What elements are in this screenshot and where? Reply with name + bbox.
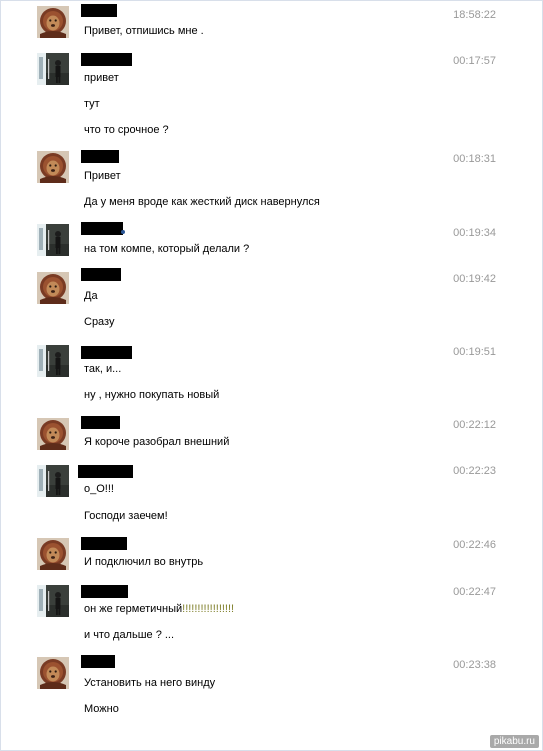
redacted-sender-name — [81, 585, 128, 598]
redacted-sender-name — [81, 346, 132, 359]
message-time: 18:58:22 — [453, 9, 496, 21]
message-time: 00:19:51 — [453, 346, 496, 358]
message-text-main: он же герметичный — [84, 603, 183, 615]
redacted-sender-name — [81, 150, 119, 163]
message-text: Да у меня вроде как жесткий диск наверну… — [84, 196, 320, 208]
person-avatar-icon[interactable] — [37, 224, 69, 256]
person-avatar-icon[interactable] — [37, 465, 69, 497]
message-text: на том компе, который делали ? — [84, 243, 250, 255]
message-time: 00:22:23 — [453, 465, 496, 477]
message-text: так, и... — [84, 363, 122, 375]
message-text-exclamations: !!!!!!!!!!!!!!!!! — [182, 603, 235, 615]
lion-avatar-icon[interactable] — [37, 6, 69, 38]
redacted-sender-name — [81, 222, 123, 235]
redacted-sender-name — [81, 655, 115, 668]
lion-avatar-icon[interactable] — [37, 538, 69, 570]
message-text: и что дальше ? ... — [84, 629, 175, 641]
message-text: тут — [84, 98, 100, 110]
redacted-sender-name — [81, 53, 132, 66]
person-avatar-icon[interactable] — [37, 53, 69, 85]
lion-avatar-icon[interactable] — [37, 272, 69, 304]
message-text: что то срочное ? — [84, 124, 169, 136]
message-text: Да — [84, 290, 98, 302]
message-time: 00:22:12 — [453, 419, 496, 431]
person-avatar-icon[interactable] — [37, 585, 69, 617]
message-time: 00:19:34 — [453, 227, 496, 239]
redacted-sender-name — [78, 465, 133, 478]
message-text: Привет — [84, 170, 121, 182]
dialog-frame — [0, 0, 543, 751]
message-time: 00:18:31 — [453, 153, 496, 165]
person-avatar-icon[interactable] — [37, 345, 69, 377]
message-text: Установить на него винду — [84, 677, 216, 689]
online-indicator-icon — [121, 230, 125, 234]
redacted-sender-name — [81, 537, 127, 550]
message-text: Я короче разобрал внешний — [84, 436, 230, 448]
message-text: о_О!!! — [84, 483, 114, 495]
message-time: 00:23:38 — [453, 659, 496, 671]
message-text: привет — [84, 72, 119, 84]
redacted-sender-name — [81, 268, 121, 281]
message-time: 00:22:46 — [453, 539, 496, 551]
message-text: Сразу — [84, 316, 115, 328]
message-time: 00:17:57 — [453, 55, 496, 67]
message-text: Можно — [84, 703, 119, 715]
message-text: Привет, отпишись мне . — [84, 25, 204, 37]
lion-avatar-icon[interactable] — [37, 151, 69, 183]
watermark-label: pikabu.ru — [489, 735, 539, 748]
message-text: И подключил во внутрь — [84, 556, 204, 568]
message-text: Господи заечем! — [84, 510, 168, 522]
message-text: он же герметичный!!!!!!!!!!!!!!!!! — [84, 603, 234, 615]
message-text: ну , нужно покупать новый — [84, 389, 220, 401]
lion-avatar-icon[interactable] — [37, 657, 69, 689]
redacted-sender-name — [81, 416, 120, 429]
lion-avatar-icon[interactable] — [37, 418, 69, 450]
redacted-sender-name — [81, 4, 117, 17]
message-time: 00:22:47 — [453, 586, 496, 598]
message-time: 00:19:42 — [453, 273, 496, 285]
